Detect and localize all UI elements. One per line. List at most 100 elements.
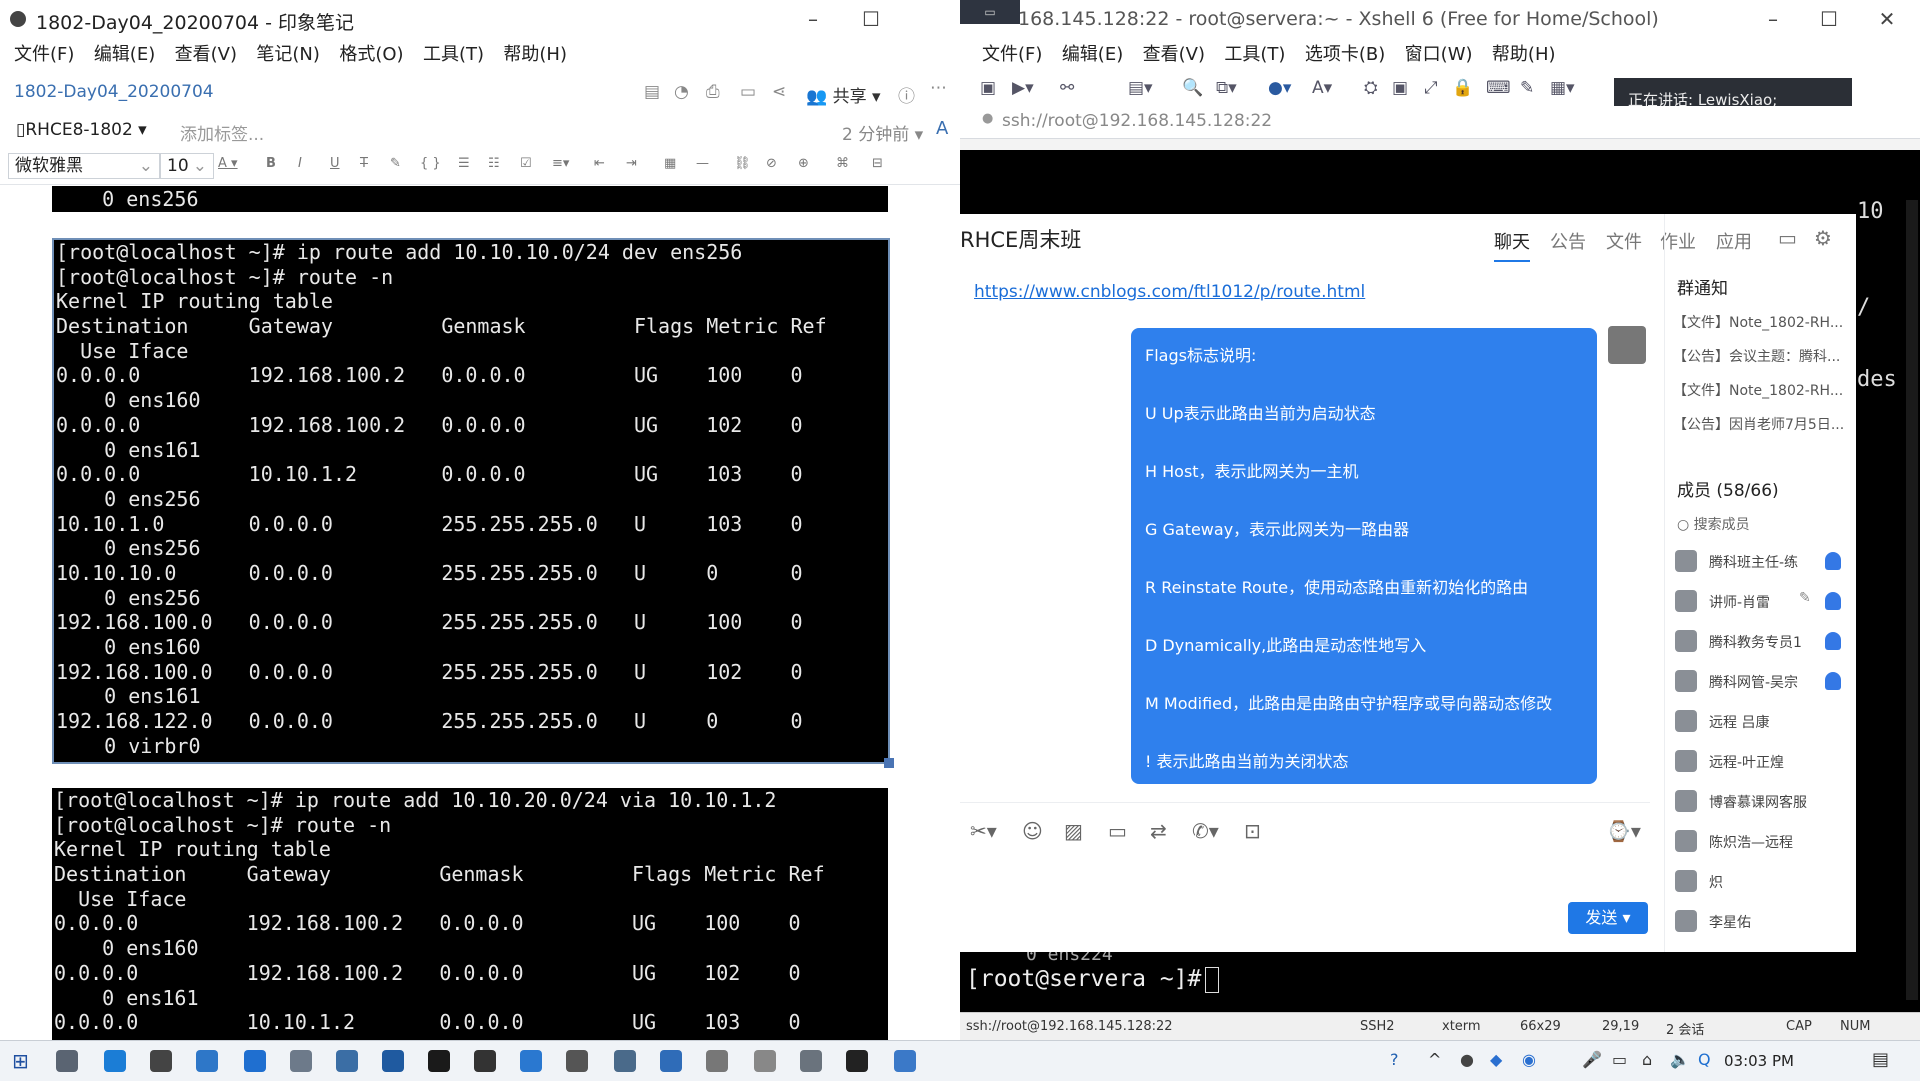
notice-item[interactable]: 【公告】会议主题：腾科... xyxy=(1673,346,1849,366)
shell-prompt[interactable]: [root@servera ~]# xyxy=(966,966,1220,993)
app-icon[interactable] xyxy=(614,1050,636,1072)
checkbox-icon[interactable]: ☑ xyxy=(520,156,532,171)
history-icon[interactable]: ⌚▾ xyxy=(1606,819,1641,843)
bullet-list-icon[interactable]: ☰ xyxy=(458,156,470,171)
more-icon[interactable]: ⋯ xyxy=(930,78,947,98)
note-title[interactable]: 1802-Day04_20200704 xyxy=(14,82,214,102)
app-icon[interactable] xyxy=(150,1050,172,1072)
chevron-up-icon[interactable]: ^ xyxy=(1428,1050,1441,1069)
notice-item[interactable]: 【文件】Note_1802-RH... xyxy=(1673,312,1849,332)
menu-file[interactable]: 文件(F) xyxy=(982,38,1042,72)
send-button[interactable]: 发送 ▾ xyxy=(1568,902,1648,934)
emoji-icon[interactable]: ☺ xyxy=(1022,819,1043,843)
tab-chat[interactable]: 聊天 xyxy=(1494,228,1530,262)
member-item[interactable]: 腾科网管-吴宗 xyxy=(1675,668,1851,696)
menu-tools[interactable]: 工具(T) xyxy=(1224,38,1285,72)
task-view-icon[interactable] xyxy=(56,1050,78,1072)
color-scheme-icon[interactable]: ●▾ xyxy=(1268,78,1291,98)
table-icon[interactable]: ▦ xyxy=(664,156,676,171)
app-icon[interactable] xyxy=(474,1050,496,1072)
help-icon[interactable]: ? xyxy=(1390,1050,1399,1069)
work-chat-icon[interactable]: ◔ xyxy=(674,82,689,102)
menu-help[interactable]: 帮助(H) xyxy=(503,38,567,72)
italic-button[interactable]: I xyxy=(298,156,302,171)
network-icon[interactable]: ⌂ xyxy=(1642,1050,1652,1069)
phone-icon[interactable]: ✆▾ xyxy=(1192,819,1219,843)
member-item[interactable]: 博睿慕课网客服 xyxy=(1675,788,1851,816)
numbered-list-icon[interactable]: ☷ xyxy=(488,156,500,171)
menu-edit[interactable]: 编辑(E) xyxy=(94,38,155,72)
image-resize-handle[interactable] xyxy=(884,758,894,768)
microphone-icon[interactable]: 🎤 xyxy=(1582,1050,1602,1069)
font-size-select[interactable]: 10 ⌄ xyxy=(160,153,214,179)
chat-link-message[interactable]: https://www.cnblogs.com/ftl1012/p/route.… xyxy=(974,282,1365,302)
script-icon[interactable]: ✎ xyxy=(1520,78,1534,98)
new-session-icon[interactable]: ▣ xyxy=(980,78,996,98)
tray-app-icon[interactable]: ◉ xyxy=(1522,1050,1536,1069)
add-tag-input[interactable]: 添加标签... xyxy=(180,120,264,145)
menu-note[interactable]: 笔记(N) xyxy=(256,38,320,72)
app-icon[interactable] xyxy=(196,1050,218,1072)
tray-app-icon[interactable]: ● xyxy=(1460,1050,1474,1069)
maximize-button[interactable]: ☐ xyxy=(858,6,884,32)
ime-icon[interactable]: Q xyxy=(1698,1050,1711,1069)
reminder-icon[interactable]: ▤ xyxy=(644,82,660,102)
menu-tabs[interactable]: 选项卡(B) xyxy=(1305,38,1385,72)
bold-button[interactable]: B xyxy=(266,156,276,171)
notebook-selector[interactable]: ▯RHCE8-1802 ▾ xyxy=(16,120,147,140)
properties-icon[interactable]: ▤▾ xyxy=(1128,78,1153,98)
screen-capture-icon[interactable]: ⊡ xyxy=(1244,819,1261,843)
link-icon[interactable]: ⛓ xyxy=(734,156,751,171)
indent-icon[interactable]: ⇥ xyxy=(626,156,637,171)
member-item[interactable]: 炽 xyxy=(1675,868,1851,896)
font-color-icon[interactable]: A ▾ xyxy=(218,156,238,171)
member-item[interactable]: 远程 吕康 xyxy=(1675,708,1851,736)
strikethrough-button[interactable]: T xyxy=(360,156,368,171)
present-icon[interactable]: ▭ xyxy=(740,82,756,102)
code-block-icon[interactable]: { } xyxy=(420,156,441,171)
lock-icon[interactable]: ⊟ xyxy=(872,156,883,171)
menu-tools[interactable]: 工具(T) xyxy=(423,38,484,72)
volume-icon[interactable]: 🔈 xyxy=(1670,1050,1690,1069)
copy-icon[interactable]: ⧉▾ xyxy=(1216,78,1237,98)
member-item[interactable]: 讲师-肖雷 ✎ xyxy=(1675,588,1851,616)
highlight-icon[interactable]: ✎ xyxy=(390,156,401,171)
font-icon[interactable]: A▾ xyxy=(1312,78,1332,98)
clear-format-icon[interactable]: ⌘ xyxy=(836,156,849,171)
menu-format[interactable]: 格式(O) xyxy=(339,38,403,72)
underline-button[interactable]: U xyxy=(330,156,340,171)
menu-file[interactable]: 文件(F) xyxy=(14,38,74,72)
terminal-icon[interactable] xyxy=(846,1050,868,1072)
unlink-icon[interactable]: ⊘ xyxy=(766,156,777,171)
minimize-button[interactable]: – xyxy=(800,6,826,32)
open-session-icon[interactable]: ▶▾ xyxy=(1012,78,1034,98)
clock[interactable]: 03:03 PM xyxy=(1724,1052,1794,1070)
terminal-scrollbar[interactable] xyxy=(1906,200,1918,1000)
xftp-icon[interactable]: ⛭ xyxy=(1364,78,1378,98)
member-search[interactable]: ○ 搜索成员 xyxy=(1677,514,1750,534)
fullscreen-icon[interactable]: ⤢ xyxy=(1424,78,1438,98)
notice-item[interactable]: 【公告】因肖老师7月5日... xyxy=(1673,414,1849,434)
lock-icon[interactable]: 🔒 xyxy=(1452,78,1473,98)
scissors-icon[interactable]: ✂▾ xyxy=(970,819,997,843)
app-icon[interactable] xyxy=(754,1050,776,1072)
text-style-icon[interactable]: A xyxy=(936,118,948,139)
xshell-taskbar-icon[interactable] xyxy=(428,1050,450,1072)
tray-app-icon[interactable]: ◆ xyxy=(1490,1050,1502,1069)
outdent-icon[interactable]: ⇤ xyxy=(594,156,605,171)
attachment-icon[interactable]: ⊕ xyxy=(798,156,809,171)
tab-announcement[interactable]: 公告 xyxy=(1550,228,1586,254)
menu-view[interactable]: 查看(V) xyxy=(175,38,237,72)
record-icon[interactable]: ▣ xyxy=(1392,78,1408,98)
app-icon[interactable] xyxy=(336,1050,358,1072)
menu-help[interactable]: 帮助(H) xyxy=(1492,38,1556,72)
session-address[interactable]: ssh://root@192.168.145.128:22 xyxy=(1002,111,1272,131)
share-button[interactable]: 👥 共享 ▾ xyxy=(806,82,881,107)
menu-edit[interactable]: 编辑(E) xyxy=(1062,38,1123,72)
member-item[interactable]: 陈炽浩—远程 xyxy=(1675,828,1851,856)
app-icon[interactable] xyxy=(566,1050,588,1072)
app-icon[interactable] xyxy=(894,1050,916,1072)
share-node-icon[interactable]: ⋖ xyxy=(772,82,786,102)
menu-view[interactable]: 查看(V) xyxy=(1143,38,1205,72)
app-icon[interactable] xyxy=(382,1050,404,1072)
